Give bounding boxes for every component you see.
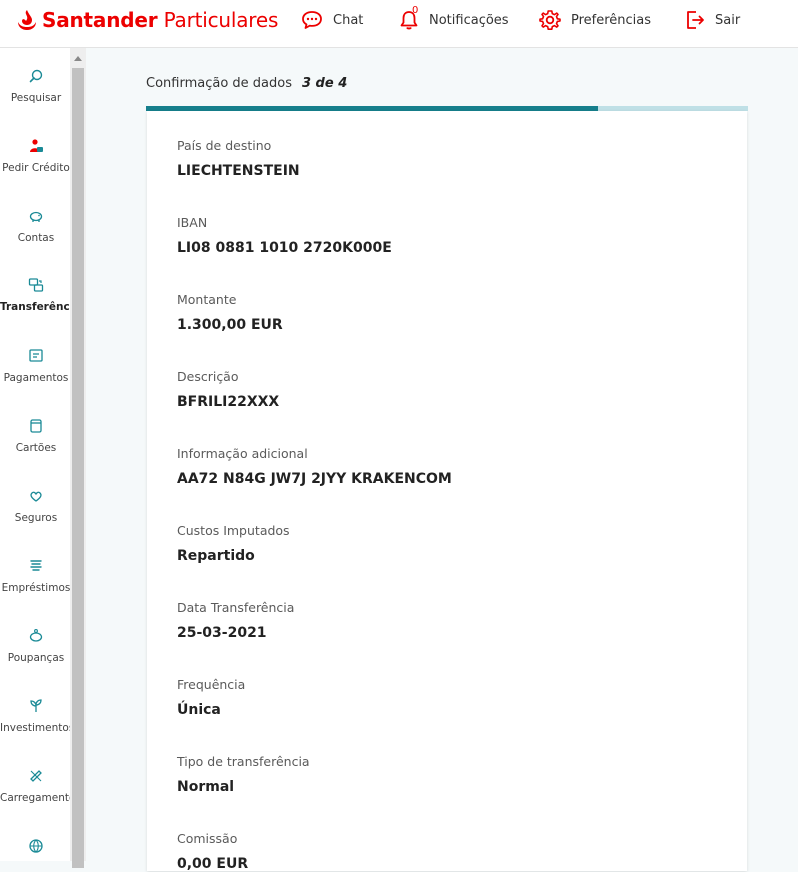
credit-request-icon (30, 139, 43, 152)
preferences-button[interactable]: Preferências (539, 8, 651, 32)
field-frequency: Frequência Única (177, 677, 245, 718)
field-label: IBAN (177, 215, 208, 230)
field-label: País de destino (177, 138, 272, 153)
investment-icon (30, 699, 42, 712)
search-icon (29, 69, 43, 83)
field-label: Data Transferência (177, 600, 295, 615)
field-transfer-type: Tipo de transferência Normal (177, 754, 310, 795)
insurance-icon (30, 491, 42, 502)
field-value: AA72 N84G JW7J 2JYY KRAKENCOM (177, 471, 452, 487)
logout-button[interactable]: Sair (685, 8, 740, 32)
field-label: Descrição (177, 369, 239, 384)
scroll-up-arrow-icon[interactable] (74, 56, 82, 61)
confirmation-card: País de destino LIECHTENSTEIN IBAN LI08 … (147, 111, 747, 872)
field-value: LI08 0881 1010 2720K000E (177, 240, 392, 256)
field-costs: Custos Imputados Repartido (177, 523, 290, 564)
logout-icon (687, 11, 704, 29)
page-title: Confirmação de dados (146, 76, 292, 91)
top-header: Santander Particulares Chat 0 Notificaçõ… (0, 0, 798, 48)
field-commission: Comissão 0,00 EUR (177, 831, 248, 872)
field-destination-country: País de destino LIECHTENSTEIN (177, 138, 300, 179)
field-value: Repartido (177, 548, 255, 564)
notifications-button[interactable]: 0 Notificações (399, 5, 509, 32)
field-label: Custos Imputados (177, 523, 290, 538)
sidebar-item-accounts[interactable]: Contas (0, 208, 70, 244)
sidebar-item-loans[interactable]: Empréstimos (0, 558, 70, 594)
field-description: Descrição BFRILI22XXX (177, 369, 279, 410)
sidebar-item-label: Pedir Crédito (2, 162, 70, 174)
sidebar-scrollbar[interactable] (70, 48, 86, 868)
sidebar-item-label: Poupanças (7, 652, 65, 664)
brand-name: Santander (42, 8, 158, 32)
notification-count: 0 (412, 5, 419, 16)
sidebar-item-insurance[interactable]: Seguros (0, 488, 70, 524)
preferences-label: Preferências (571, 12, 652, 28)
sidebar-item-label: Investimentos (0, 722, 70, 734)
step-header: Confirmação de dados 3 de 4 (146, 76, 347, 91)
gear-icon (539, 10, 561, 30)
brand-segment: Particulares (163, 8, 279, 32)
sidebar-item-label: Pesquisar (10, 92, 62, 104)
sidebar-item-investments[interactable]: Investimentos (0, 698, 70, 734)
sidebar-item-savings[interactable]: Poupanças (0, 628, 70, 664)
card-icon (30, 419, 42, 433)
field-label: Montante (177, 292, 237, 307)
field-label: Frequência (177, 677, 246, 692)
savings-icon (29, 629, 43, 642)
sidebar-item-credit[interactable]: Pedir Crédito (0, 138, 70, 174)
field-value: Normal (177, 779, 235, 795)
notifications-label: Notificações (429, 12, 509, 28)
sidebar-item-label: Pagamentos (3, 372, 69, 384)
chat-label: Chat (333, 12, 364, 28)
field-transfer-date: Data Transferência 25-03-2021 (177, 600, 294, 641)
sidebar-item-label: Seguros (14, 512, 58, 524)
scroll-thumb[interactable] (72, 68, 84, 868)
sidebar-item-search[interactable]: Pesquisar (0, 68, 70, 104)
field-value: Única (177, 702, 221, 718)
sidebar-item-international[interactable] (0, 838, 70, 861)
santander-logo[interactable]: Santander Particulares (16, 8, 278, 32)
globe-icon (29, 839, 43, 853)
sidebar-item-label: Cartões (15, 442, 57, 454)
sidebar: Pesquisar Pedir Crédito Contas Transferê… (0, 48, 70, 861)
field-value: LIECHTENSTEIN (177, 163, 300, 179)
step-indicator: 3 de 4 (301, 76, 348, 91)
sidebar-item-label: Transferências (0, 301, 70, 313)
loan-icon (30, 560, 42, 571)
sidebar-item-topup[interactable]: Carregamento (0, 768, 70, 804)
sidebar-item-label: Empréstimos (1, 582, 70, 594)
topup-icon (30, 770, 42, 782)
chat-icon (302, 11, 322, 29)
payment-icon (29, 349, 43, 362)
sidebar-item-payments[interactable]: Pagamentos (0, 348, 70, 384)
sidebar-item-label: Carregamento (0, 792, 70, 804)
field-additional-info: Informação adicional AA72 N84G JW7J 2JYY… (177, 446, 452, 487)
chat-button[interactable]: Chat (301, 8, 363, 32)
field-label: Tipo de transferência (177, 754, 310, 769)
logout-label: Sair (715, 12, 741, 28)
field-value: 0,00 EUR (177, 856, 249, 872)
sidebar-item-label: Contas (17, 232, 55, 244)
sidebar-item-transfers[interactable]: Transferências (0, 277, 70, 313)
field-label: Comissão (177, 831, 238, 846)
flame-icon (18, 10, 36, 30)
field-label: Informação adicional (177, 446, 308, 461)
field-value: BFRILI22XXX (177, 394, 280, 410)
field-value: 25-03-2021 (177, 625, 267, 641)
field-value: 1.300,00 EUR (177, 317, 283, 333)
transfer-icon (28, 278, 44, 292)
piggy-icon (29, 211, 43, 222)
field-iban: IBAN LI08 0881 1010 2720K000E (177, 215, 392, 256)
sidebar-item-cards[interactable]: Cartões (0, 418, 70, 454)
field-amount: Montante 1.300,00 EUR (177, 292, 283, 333)
